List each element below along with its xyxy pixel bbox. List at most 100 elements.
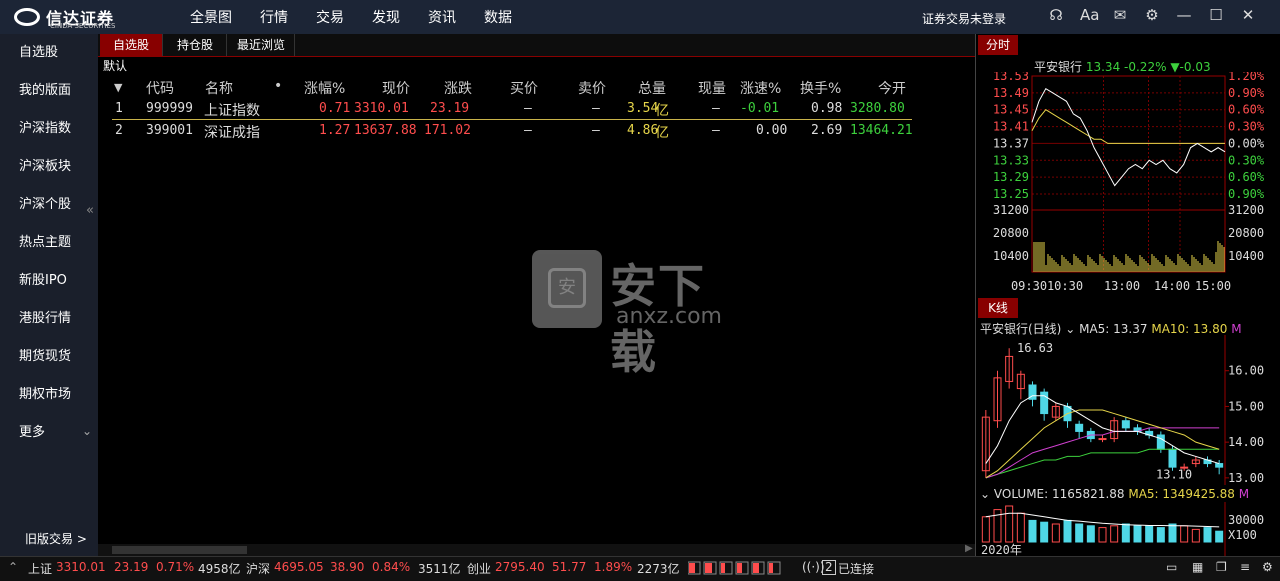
font-size-icon[interactable]: Aa	[1080, 6, 1099, 24]
menu-news[interactable]: 资讯	[428, 7, 456, 27]
col-code[interactable]: 代码	[146, 78, 174, 98]
keyboard-icon[interactable]: ▭	[1166, 560, 1177, 574]
tab-intraday[interactable]: 分时	[978, 35, 1018, 55]
collapse-sidebar-icon[interactable]: «	[86, 203, 94, 218]
col-open[interactable]: 今开	[878, 78, 906, 98]
sh-label[interactable]: 上证	[28, 560, 52, 577]
volume-tick-label: 31200	[1228, 203, 1264, 217]
col-ask[interactable]: 卖价	[578, 78, 606, 98]
row-volume-unit: 亿	[655, 103, 669, 119]
col-dot-icon: •	[274, 78, 283, 94]
hs-label[interactable]: 沪深	[246, 560, 270, 577]
col-chg-pct[interactable]: 涨幅%	[304, 78, 345, 98]
chevron-down-icon[interactable]: ⌄	[82, 424, 92, 438]
row-code[interactable]: 399001	[146, 123, 193, 138]
horizontal-scrollbar[interactable]	[98, 544, 975, 556]
sidebar-item-hot-topics[interactable]: 热点主题	[0, 224, 98, 262]
mail-icon[interactable]: ✉	[1112, 6, 1128, 24]
col-speed[interactable]: 涨速%	[740, 78, 781, 98]
tab-kline[interactable]: K线	[978, 298, 1018, 318]
headset-icon[interactable]: ☊	[1048, 6, 1064, 24]
volume-bar	[1005, 505, 1014, 543]
chevron-down-icon[interactable]: ⌄	[980, 487, 990, 501]
cy-pct: 1.89%	[594, 560, 633, 574]
chevron-down-icon[interactable]: ⌄	[1065, 322, 1075, 336]
legacy-trade-link[interactable]: 旧版交易 >	[0, 520, 98, 558]
tab-holdings[interactable]: 持仓股	[164, 34, 227, 56]
close-icon[interactable]: ✕	[1240, 6, 1256, 24]
volume-info: ⌄ VOLUME: 1165821.88 MA5: 1349425.88 M	[980, 487, 1249, 501]
kline-chart[interactable]: 16.00 15.00 14.00 13.00 16.63 13.10	[975, 335, 1280, 485]
login-status[interactable]: 证券交易未登录	[922, 10, 1006, 27]
window-layout-icon[interactable]: ❐	[1216, 560, 1227, 574]
row-cur-vol: —	[712, 123, 720, 138]
minimize-icon[interactable]: —	[1176, 6, 1192, 24]
col-name[interactable]: 名称	[205, 78, 233, 98]
pct-tick-label: 0.30%	[1228, 153, 1265, 167]
sidebar-item-ipo[interactable]: 新股IPO	[0, 262, 98, 300]
volume-bar	[1051, 523, 1060, 543]
market-breadth-bars	[688, 561, 781, 575]
brand-logo: 信达证券 CINDA SECURITIES	[14, 6, 134, 30]
menu-data[interactable]: 数据	[484, 7, 512, 27]
maximize-icon[interactable]: ☐	[1208, 6, 1224, 24]
kline-stock-name[interactable]: 平安银行(日线)	[980, 322, 1061, 336]
pct-tick-label: 0.00%	[1228, 136, 1265, 150]
group-label[interactable]: 默认	[103, 57, 127, 74]
sidebar-item-futures[interactable]: 期货现货	[0, 338, 98, 376]
menu-discover[interactable]: 发现	[372, 7, 400, 27]
sort-icon[interactable]: ▼	[114, 81, 122, 94]
row-open: 3280.80	[850, 101, 905, 116]
tab-watchlist[interactable]: 自选股	[100, 34, 163, 56]
tab-recent[interactable]: 最近浏览	[228, 34, 295, 56]
price-tick-label: 13.53	[993, 72, 1029, 83]
scroll-right-icon[interactable]: ▶	[965, 543, 973, 554]
list-icon[interactable]: ≡	[1240, 560, 1250, 574]
kline-low-label: 13.10	[1156, 467, 1192, 481]
volume-bar	[1145, 525, 1154, 543]
sidebar-item-hk[interactable]: 港股行情	[0, 300, 98, 338]
volume-bar	[1203, 527, 1212, 543]
sidebar-item-stocks[interactable]: 沪深个股	[0, 186, 98, 224]
row-name[interactable]: 上证指数	[204, 100, 260, 120]
gear-icon[interactable]: ⚙	[1262, 560, 1273, 574]
calculator-icon[interactable]: ▦	[1192, 560, 1203, 574]
watermark: 安 安下载 anxz.com	[532, 250, 752, 379]
sidebar-item-options[interactable]: 期权市场	[0, 376, 98, 414]
connection-status[interactable]: 已连接	[838, 560, 874, 577]
menu-trade[interactable]: 交易	[316, 7, 344, 27]
time-tick-label: 15:00	[1195, 279, 1231, 293]
kline-price-tick: 13.00	[1228, 471, 1264, 485]
col-chg[interactable]: 涨跌	[444, 78, 472, 98]
intraday-chart[interactable]: 13.53 1.20% 13.49 0.90% 13.45 0.60% 13.41 0.30%…	[975, 72, 1280, 298]
sidebar-item-indices[interactable]: 沪深指数	[0, 110, 98, 148]
menu-overview[interactable]: 全景图	[190, 7, 232, 27]
sidebar-item-my-layout[interactable]: 我的版面	[0, 72, 98, 110]
menu-quotes[interactable]: 行情	[260, 7, 288, 27]
volume-chart[interactable]: 30000X100 2020年	[975, 502, 1280, 556]
sidebar-item-watchlist[interactable]: 自选股	[0, 34, 98, 72]
settings-icon[interactable]: ⚙	[1144, 6, 1160, 24]
year-label: 2020年	[981, 543, 1022, 556]
price-tick-label: 13.37	[993, 136, 1029, 150]
row-chg-pct: 1.27	[319, 123, 351, 138]
col-cur-vol[interactable]: 现量	[698, 78, 726, 98]
row-cur-vol: —	[712, 101, 720, 116]
row-volume-unit: 亿	[655, 125, 669, 141]
row-volume: 4.86	[627, 123, 659, 138]
row-name[interactable]: 深证成指	[204, 122, 260, 142]
hs-price: 4695.05	[274, 560, 324, 574]
kline-high-label: 16.63	[1017, 341, 1053, 355]
row-speed: -0.01	[740, 101, 780, 116]
sidebar-item-sectors[interactable]: 沪深板块	[0, 148, 98, 186]
cy-label[interactable]: 创业	[467, 560, 491, 577]
row-ask: —	[592, 123, 600, 138]
row-speed: 0.00	[756, 123, 788, 138]
col-price[interactable]: 现价	[382, 78, 410, 98]
row-code[interactable]: 999999	[146, 101, 193, 116]
col-turnover[interactable]: 换手%	[800, 78, 841, 98]
col-bid[interactable]: 买价	[510, 78, 538, 98]
expand-up-icon[interactable]: ⌃	[8, 560, 18, 574]
time-tick-label: 13:00	[1104, 279, 1140, 293]
col-volume[interactable]: 总量	[638, 78, 666, 98]
